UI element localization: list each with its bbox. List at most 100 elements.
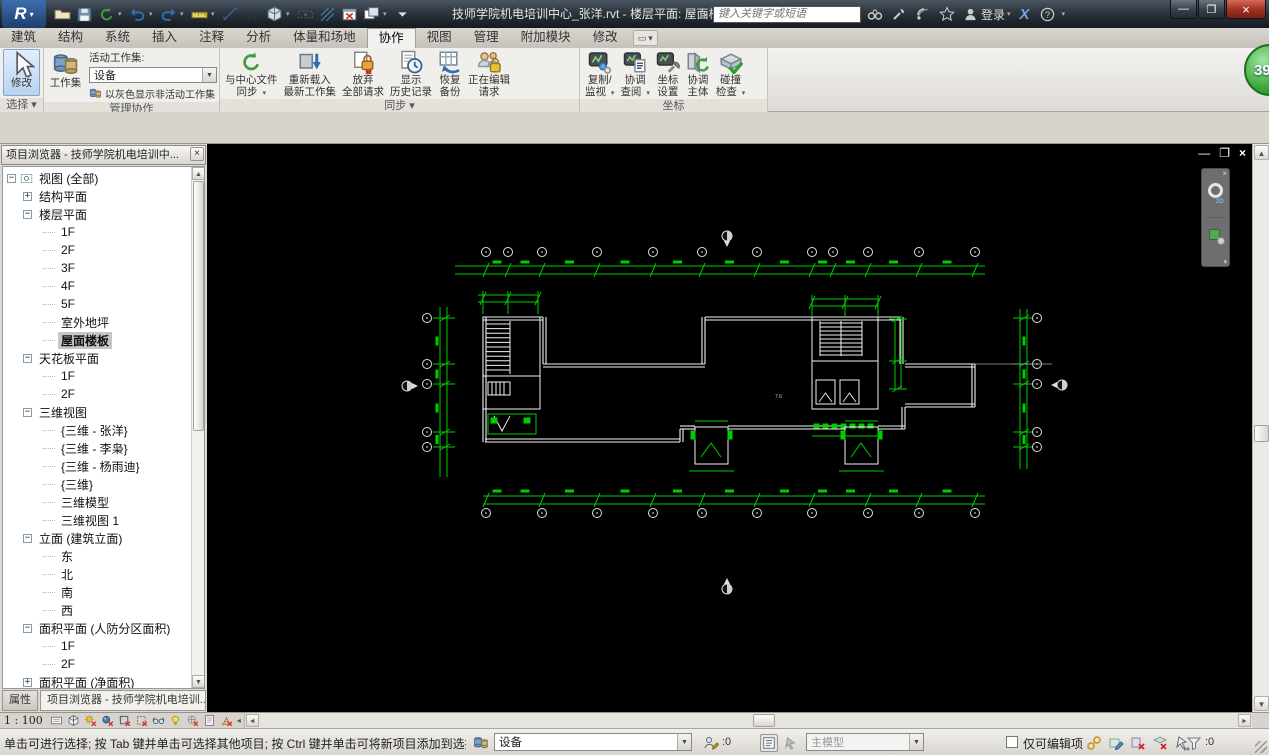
tree-item-1F[interactable]: 1F [3,223,191,241]
collapse-icon[interactable]: − [23,623,32,633]
help-icon[interactable]: ? [1039,5,1057,23]
tree-item-结构平面[interactable]: + 结构平面 [3,187,191,205]
tree-item-{三维 - 李枭}[interactable]: {三维 - 李枭} [3,439,191,457]
select-underlay-icon[interactable] [1107,734,1125,752]
tree-scrollbar-thumb[interactable] [193,181,204,431]
show-history-button[interactable]: 显示 历史记录 [388,49,434,98]
ribbon-state-toggle[interactable]: ▭ ▾ [632,30,658,46]
tree-item-屋面楼板[interactable]: 屋面楼板 [3,331,191,349]
tree-item-北[interactable]: 北 [3,565,191,583]
select-panel-label[interactable]: 选择 ▾ [0,98,43,112]
view-scale-button[interactable]: 1 : 100 [0,714,49,727]
shadows-icon[interactable] [100,714,115,728]
tree-item-5F[interactable]: 5F [3,295,191,313]
tree-item-室外地坪[interactable]: 室外地坪 [3,313,191,331]
undo-icon[interactable] [127,4,147,24]
tree-item-三维模型[interactable]: 三维模型 [3,493,191,511]
tree-item-天花板平面[interactable]: − 天花板平面 [3,349,191,367]
modify-button[interactable]: 修改 [3,49,40,96]
chevron-down-icon[interactable]: ▾ [180,10,187,18]
tab-系统[interactable]: 系统 [94,28,141,48]
detail-level-icon[interactable] [49,714,64,728]
editing-requests-button[interactable]: 正在编辑 请求 [466,49,512,98]
view-minimize-icon[interactable]: — [1198,146,1210,160]
design-options-icon[interactable] [760,734,778,752]
reload-latest-button[interactable]: 重新载入 最新工作集 [282,49,339,98]
reveal-hidden-icon[interactable] [168,714,183,728]
tree-item-面积平面 (净面积)[interactable]: + 面积平面 (净面积) [3,673,191,688]
worksharing-display-icon[interactable] [185,714,200,728]
horizontal-scrollbar[interactable]: ◄ ► [243,712,1252,729]
temporary-view-properties-icon[interactable] [202,714,217,728]
scroll-left-icon[interactable]: ◄ [245,713,259,727]
exchange-apps-icon[interactable]: X [1016,5,1034,23]
collapse-icon[interactable]: ◂ [234,716,244,725]
tab-修改[interactable]: 修改 [582,28,629,48]
tree-item-2F[interactable]: 2F [3,385,191,403]
temporary-hide-isolate-icon[interactable] [151,714,166,728]
scroll-right-icon[interactable]: ► [1238,713,1251,727]
coordinates-button[interactable]: 坐标 设置 [654,49,682,98]
copy-monitor-button[interactable]: 复制/监视 ▾ [583,49,616,98]
tab-注释[interactable]: 注释 [188,28,235,48]
collapse-icon[interactable]: − [23,353,32,363]
close-button[interactable]: × [1226,0,1266,19]
view-restore-icon[interactable]: ❐ [1219,146,1230,160]
save-icon[interactable] [74,4,94,24]
subscription-icon[interactable] [890,5,908,23]
tree-item-三维视图 1[interactable]: 三维视图 1 [3,511,191,529]
tree-item-1F[interactable]: 1F [3,637,191,655]
tree-item-{三维 - 张洋}[interactable]: {三维 - 张洋} [3,421,191,439]
synchronize-panel-label[interactable]: 同步 ▾ [220,99,579,113]
restore-button[interactable]: ❐ [1198,0,1225,19]
crop-view-icon[interactable] [117,714,132,728]
tree-item-3F[interactable]: 3F [3,259,191,277]
chevron-down-icon[interactable]: ▾ [149,10,156,18]
tree-item-面积平面 (人防分区面积)[interactable]: − 面积平面 (人防分区面积) [3,619,191,637]
section-icon[interactable] [295,4,315,24]
open-icon[interactable] [52,4,72,24]
sync-with-central-icon[interactable] [96,4,116,24]
measure-icon[interactable] [189,4,209,24]
chevron-down-icon[interactable]: ▾ [211,10,218,18]
close-hidden-windows-icon[interactable] [339,4,359,24]
collapse-icon[interactable]: − [23,407,32,417]
tab-结构[interactable]: 结构 [47,28,94,48]
tab-协作[interactable]: 协作 [366,28,416,48]
select-by-face-icon[interactable] [1151,734,1169,752]
favorites-icon[interactable] [938,5,956,23]
collapse-icon[interactable]: − [23,533,32,543]
restore-backup-button[interactable]: 恢复 备份 [436,49,464,98]
project-browser-title[interactable]: 项目浏览器 - 技师学院机电培训中... [1,145,206,165]
redo-icon[interactable] [158,4,178,24]
tree-item-视图 (全部)[interactable]: − 视图 (全部) [3,169,191,187]
panel-tab-项目浏览[interactable]: 项目浏览器 - 技师学院机电培训... [40,690,206,711]
reconcile-hosting-button[interactable]: 协调 主体 [684,49,712,98]
tab-视图[interactable]: 视图 [416,28,463,48]
tree-item-{三维 - 杨雨迪}[interactable]: {三维 - 杨雨迪} [3,457,191,475]
infocenter-collapse-icon[interactable]: ▸ [704,10,708,19]
worksets-button[interactable]: 工作集 [47,49,84,96]
vertical-scrollbar[interactable]: ▲ ▼ [1252,144,1269,712]
tab-体量和场地[interactable]: 体量和场地 [282,28,367,48]
tree-item-楼层平面[interactable]: − 楼层平面 [3,205,191,223]
tree-item-立面 (建筑立面)[interactable]: − 立面 (建筑立面) [3,529,191,547]
scroll-down-icon[interactable]: ▼ [192,675,204,688]
coordination-review-button[interactable]: 协调 查阅 ▾ [618,49,651,98]
chevron-down-icon[interactable]: ▾ [1223,258,1227,266]
close-icon[interactable]: × [190,147,204,161]
resize-grip[interactable] [1255,741,1267,753]
floor-plan-drawing[interactable]: 7.6 [207,144,1252,712]
tab-管理[interactable]: 管理 [463,28,510,48]
chevron-down-icon[interactable]: ▾ [286,10,293,18]
active-workset-select[interactable]: 设备 ▼ [89,67,217,83]
scroll-up-icon[interactable]: ▲ [192,167,204,180]
tree-item-东[interactable]: 东 [3,547,191,565]
workset-status-select[interactable]: 设备 ▼ [494,733,692,751]
gray-inactive-worksets-toggle[interactable]: 以灰色显示非活动工作集 [89,86,217,101]
editable-only-checkbox[interactable] [1006,736,1018,748]
tree-item-1F[interactable]: 1F [3,367,191,385]
minimize-button[interactable]: — [1170,0,1197,19]
qat-customize-icon[interactable] [392,4,412,24]
search-icon[interactable] [866,5,884,23]
